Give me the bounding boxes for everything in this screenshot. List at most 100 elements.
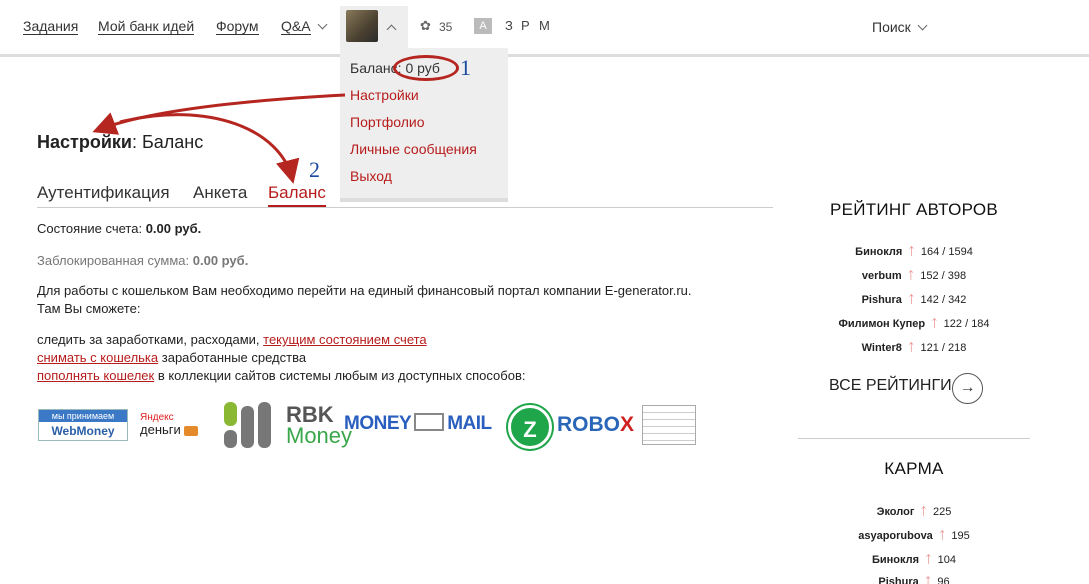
nav-tasks[interactable]: Задания — [23, 18, 79, 35]
info-line-2: Там Вы сможете: — [37, 301, 141, 316]
karma-row[interactable]: Эколог ᛏ 225 — [798, 506, 1030, 518]
avatar — [346, 10, 378, 42]
author-score: 121 / 218 — [920, 342, 967, 354]
karma-score: 195 — [951, 530, 970, 542]
annotation-circle — [393, 55, 459, 81]
letter-m[interactable]: М — [539, 18, 550, 33]
author-score: 142 / 342 — [920, 294, 967, 306]
dropdown-portfolio[interactable]: Портфолио — [350, 114, 425, 130]
author-name: Winter8 — [861, 342, 902, 354]
blocked-label: Заблокированная сумма: — [37, 253, 190, 268]
author-rating-title: РЕЙТИНГ АВТОРОВ — [829, 200, 999, 219]
capabilities-list: следить за заработками, расходами, текущ… — [37, 331, 525, 385]
author-score: 164 / 1594 — [920, 246, 973, 258]
yandex-main: деньги — [140, 422, 181, 437]
capability-1-text: следить за заработками, расходами, — [37, 332, 264, 347]
user-menu-toggle[interactable] — [340, 6, 408, 48]
annotation-2: 2 — [309, 157, 320, 182]
page-title: Настройки: Баланс — [37, 132, 203, 153]
account-label: Состояние счета: — [37, 221, 143, 236]
tab-authentication[interactable]: Аутентификация — [37, 183, 170, 203]
letter-z[interactable]: З — [505, 18, 513, 33]
all-ratings-link[interactable]: ВСЕ РЕЙТИНГИ — [829, 377, 952, 395]
letter-r[interactable]: Р — [521, 18, 530, 33]
tab-balance[interactable]: Баланс — [268, 183, 326, 207]
nav-forum[interactable]: Форум — [216, 18, 259, 35]
tabs-divider — [37, 207, 773, 208]
bank-receipt-icon — [642, 405, 696, 445]
capability-2-text: заработанные средства — [158, 350, 307, 365]
karma-score: 225 — [933, 506, 952, 518]
karma-row[interactable]: Pishura ᛏ 96 — [798, 576, 1030, 584]
gear-icon[interactable]: ✿ — [420, 18, 431, 34]
capability-1: следить за заработками, расходами, текущ… — [37, 331, 525, 349]
title-bold: Настройки — [37, 132, 132, 152]
topup-link[interactable]: пополнять кошелек — [37, 368, 154, 383]
wallet-icon — [183, 425, 198, 436]
dropdown-messages[interactable]: Личные сообщения — [350, 141, 477, 157]
account-value: 0.00 руб. — [145, 221, 202, 236]
title-rest: : Баланс — [131, 132, 204, 152]
karma-name: asyaporubova — [858, 530, 933, 542]
karma-name: Pishura — [878, 576, 919, 584]
dropdown-logout[interactable]: Выход — [350, 168, 392, 184]
moneymail-logo: MONEY MAIL — [344, 412, 492, 435]
font-size-a-button[interactable]: A — [474, 18, 492, 34]
author-name: verbum — [861, 270, 902, 282]
author-name: Филимон Купер — [838, 318, 926, 330]
pulse-icon: ᛏ — [907, 294, 915, 306]
zpayment-logo: Z — [508, 405, 552, 449]
dropdown-settings[interactable]: Настройки — [350, 87, 419, 103]
tab-profile[interactable]: Анкета — [193, 183, 247, 203]
withdraw-link[interactable]: снимать с кошелька — [37, 350, 158, 365]
webmoney-top: мы принимаем — [39, 410, 127, 422]
chevron-down-icon — [317, 19, 328, 30]
blocked-value: 0.00 руб. — [192, 253, 249, 268]
author-rank-row[interactable]: Бинокля ᛏ 164 / 1594 — [798, 246, 1030, 258]
envelope-icon — [414, 412, 445, 431]
nav-qa-label: Q&A — [281, 18, 311, 35]
search-dropdown[interactable]: Поиск — [872, 19, 928, 35]
arrow-right-icon[interactable]: → — [952, 373, 983, 404]
qiwi-bar-3 — [241, 406, 254, 448]
yandex-money-logo: Яндекс деньги — [140, 412, 198, 436]
pulse-icon: ᛏ — [931, 318, 938, 330]
karma-row[interactable]: Бинокля ᛏ 104 — [798, 554, 1030, 566]
moneymail-right: MAIL — [447, 413, 492, 434]
sidebar-divider — [798, 438, 1030, 439]
karma-title: КАРМА — [884, 459, 944, 478]
rbk-bottom: Money — [286, 423, 353, 448]
blocked-amount: Заблокированная сумма: 0.00 руб. — [37, 252, 248, 270]
webmoney-main: WebMoney — [51, 424, 115, 438]
pulse-icon: ᛏ — [907, 342, 915, 354]
author-name: Бинокля — [855, 246, 903, 258]
robox-main: ROBO — [557, 413, 620, 436]
author-score: 152 / 398 — [920, 270, 967, 282]
capability-3: пополнять кошелек в коллекции сайтов сис… — [37, 367, 525, 385]
nav-idea-bank[interactable]: Мой банк идей — [98, 18, 195, 35]
current-balance-link[interactable]: текущим состоянием счета — [263, 332, 427, 347]
author-name: Pishura — [861, 294, 902, 306]
author-rank-row[interactable]: verbum ᛏ 152 / 398 — [798, 270, 1030, 282]
robox-logo: ROBOX — [557, 413, 634, 437]
rbk-top: RBK — [286, 402, 334, 427]
pulse-icon: ᛏ — [920, 506, 928, 518]
moneymail-left: MONEY — [344, 413, 412, 434]
pulse-icon: ᛏ — [925, 554, 932, 566]
author-rank-row[interactable]: Филимон Купер ᛏ 122 / 184 — [798, 318, 1030, 330]
author-rank-row[interactable]: Winter8 ᛏ 121 / 218 — [798, 342, 1030, 354]
capability-3-text: в коллекции сайтов системы любым из дост… — [154, 368, 526, 383]
points-count: 35 — [439, 20, 453, 34]
robox-x: X — [620, 413, 635, 436]
karma-name: Эколог — [876, 506, 915, 518]
nav-qa-dropdown[interactable]: Q&A — [281, 18, 328, 35]
qiwi-logo — [222, 400, 272, 450]
info-line-1: Для работы с кошельком Вам необходимо пе… — [37, 283, 692, 298]
qiwi-bar-4 — [258, 402, 271, 448]
top-nav: Задания Мой банк идей Форум Q&A ✿ 35 A З… — [0, 0, 1089, 57]
author-rank-row[interactable]: Pishura ᛏ 142 / 342 — [798, 294, 1030, 306]
karma-row[interactable]: asyaporubova ᛏ 195 — [798, 530, 1030, 542]
search-label: Поиск — [872, 19, 911, 35]
pulse-icon: ᛏ — [924, 576, 932, 584]
qiwi-bar-1 — [224, 430, 237, 448]
